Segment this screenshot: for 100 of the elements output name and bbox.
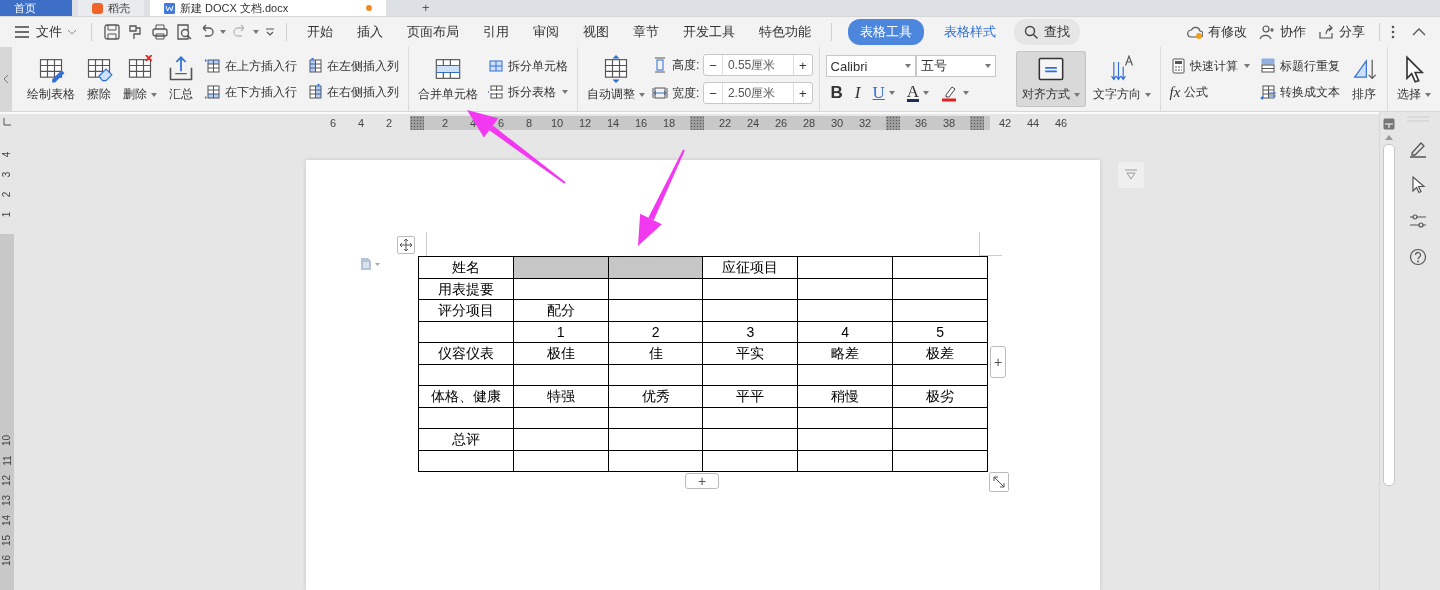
new-tab-button[interactable]: + xyxy=(410,0,442,16)
ribbon-button[interactable]: 在上方插入行 xyxy=(202,55,300,77)
increment-button[interactable]: + xyxy=(793,83,812,103)
caret-icon[interactable] xyxy=(1073,92,1080,97)
search-button[interactable]: 查找 xyxy=(1014,19,1080,45)
ruler-number: 15 xyxy=(1,534,13,546)
ruler-marker[interactable] xyxy=(690,116,704,130)
file-menu[interactable]: 文件 xyxy=(30,19,83,45)
autofit-table-icon xyxy=(602,55,630,83)
caret-icon[interactable] xyxy=(1243,64,1250,68)
ribbon-button[interactable]: 文字方向 xyxy=(1089,51,1154,107)
document-icon xyxy=(164,2,175,14)
ribbon-button[interactable]: 拆分表格 xyxy=(485,81,571,103)
tab-stop-icon[interactable] xyxy=(3,118,11,126)
ribbon-button[interactable]: 转换成文本 xyxy=(1256,81,1343,103)
ribbon-tab[interactable]: 引用 xyxy=(471,19,521,45)
decrement-button[interactable]: − xyxy=(704,55,722,75)
scrollbar-thumb[interactable] xyxy=(1383,144,1395,486)
format-button[interactable]: A xyxy=(903,84,933,102)
table-cell: 1 xyxy=(513,321,609,343)
add-column-button[interactable]: + xyxy=(990,346,1006,378)
decrement-button[interactable]: − xyxy=(704,83,722,103)
pen-icon[interactable] xyxy=(1408,140,1427,158)
ribbon-button[interactable]: 排序 xyxy=(1346,51,1381,107)
table-cell: 极劣 xyxy=(892,385,988,407)
table-cell: 特强 xyxy=(513,385,609,407)
resize-icon[interactable] xyxy=(989,472,1009,492)
align-box-icon xyxy=(1036,55,1065,83)
field-label: 宽度: xyxy=(672,84,700,102)
move-handle[interactable] xyxy=(397,236,415,254)
ribbon-button[interactable]: 拆分单元格 xyxy=(485,55,571,77)
ribbon-button[interactable]: 标题行重复 xyxy=(1256,55,1343,77)
size-select[interactable]: 五号 xyxy=(915,55,996,77)
ribbon-button[interactable]: 汇总 xyxy=(164,51,198,107)
ruler-marker[interactable] xyxy=(970,116,984,130)
document-tab[interactable]: 新建 DOCX 文档.docx xyxy=(150,0,386,16)
table-cell: 总评 xyxy=(418,428,514,450)
spin-field[interactable]: − 0.55厘米 + xyxy=(703,54,813,76)
ribbon-tab[interactable]: 章节 xyxy=(621,19,671,45)
caret-icon[interactable] xyxy=(639,92,645,97)
sliders-icon[interactable] xyxy=(1408,212,1427,230)
add-row-button[interactable]: + xyxy=(685,473,719,489)
ribbon-tab[interactable]: 表格样式 xyxy=(932,19,1008,45)
caret-icon[interactable] xyxy=(1144,92,1151,97)
table-cell: 优秀 xyxy=(608,385,703,407)
grid-row-icon xyxy=(205,84,221,100)
ribbon-button[interactable]: 在右侧插入列 xyxy=(304,81,402,103)
search-icon xyxy=(1024,24,1039,40)
increment-button[interactable]: + xyxy=(793,55,812,75)
ribbon-tab[interactable]: 插入 xyxy=(345,19,395,45)
ribbon-button[interactable]: 在左侧插入列 xyxy=(304,55,402,77)
rounded-square-icon xyxy=(92,2,103,14)
help-icon[interactable] xyxy=(1408,248,1427,266)
ribbon-tab[interactable]: 表格工具 xyxy=(848,19,924,45)
ribbon-button[interactable]: 删除 xyxy=(120,51,160,107)
scroll-up-icon[interactable] xyxy=(1385,134,1393,140)
caret-icon[interactable] xyxy=(963,91,970,95)
table-cell: 2 xyxy=(608,321,703,343)
chevron-up-icon[interactable] xyxy=(1412,27,1426,37)
caret-icon[interactable] xyxy=(888,91,895,95)
ribbon-button[interactable]: fx 公式 xyxy=(1166,81,1253,103)
ribbon-tab[interactable]: 审阅 xyxy=(521,19,571,45)
ribbon-tab[interactable]: 视图 xyxy=(571,19,621,45)
toolbar-button[interactable]: 协作 xyxy=(1253,19,1312,45)
ribbon-button[interactable]: 选择 xyxy=(1393,51,1434,107)
ribbon-button[interactable]: 绘制表格 xyxy=(24,51,78,107)
ribbon-button[interactable]: 自动调整 xyxy=(584,51,648,107)
menu-icon[interactable] xyxy=(14,25,30,39)
ribbon-button[interactable]: 擦除 xyxy=(82,51,116,107)
ruler-number: 2 xyxy=(1,191,13,197)
split-view-icon[interactable] xyxy=(1383,118,1395,130)
ribbon-tab[interactable]: 开发工具 xyxy=(671,19,747,45)
toolbar-button[interactable]: 分享 xyxy=(1312,19,1371,45)
print-preview-icon xyxy=(175,23,193,41)
ribbon-tab[interactable]: 页面布局 xyxy=(395,19,471,45)
ruler-marker[interactable] xyxy=(886,116,900,130)
format-button[interactable]: U xyxy=(869,83,898,103)
ribbon-button[interactable]: 快速计算 xyxy=(1166,55,1253,77)
ribbon-tab[interactable]: 开始 xyxy=(295,19,345,45)
caret-icon[interactable] xyxy=(562,90,568,94)
ribbon-button[interactable]: 在下方插入行 xyxy=(202,81,300,103)
toolbar-button[interactable]: 有修改 xyxy=(1181,19,1253,45)
font-select[interactable]: Calibri xyxy=(825,55,916,77)
button-label: 在上方插入行 xyxy=(225,57,297,75)
caret-icon[interactable] xyxy=(923,91,930,95)
ruler-number: 18 xyxy=(661,116,677,130)
share-icon xyxy=(1318,24,1334,40)
caret-icon[interactable] xyxy=(1424,92,1431,97)
ribbon-tab[interactable]: 特色功能 xyxy=(747,19,823,45)
row-height-icon xyxy=(652,57,668,73)
spin-field[interactable]: − 2.50厘米 + xyxy=(703,82,813,104)
document-tab[interactable]: 首页 xyxy=(0,0,72,16)
ruler-number: 14 xyxy=(1,514,13,526)
document-tab[interactable]: 稻壳 xyxy=(78,0,144,16)
chevron-left-icon[interactable] xyxy=(3,74,9,84)
caret-icon[interactable] xyxy=(151,92,157,97)
ribbon-button[interactable]: 合并单元格 xyxy=(415,51,481,107)
ruler-marker[interactable] xyxy=(410,116,424,130)
ruler-number: 6 xyxy=(328,116,338,130)
ribbon-button[interactable]: 对齐方式 xyxy=(1015,51,1086,107)
